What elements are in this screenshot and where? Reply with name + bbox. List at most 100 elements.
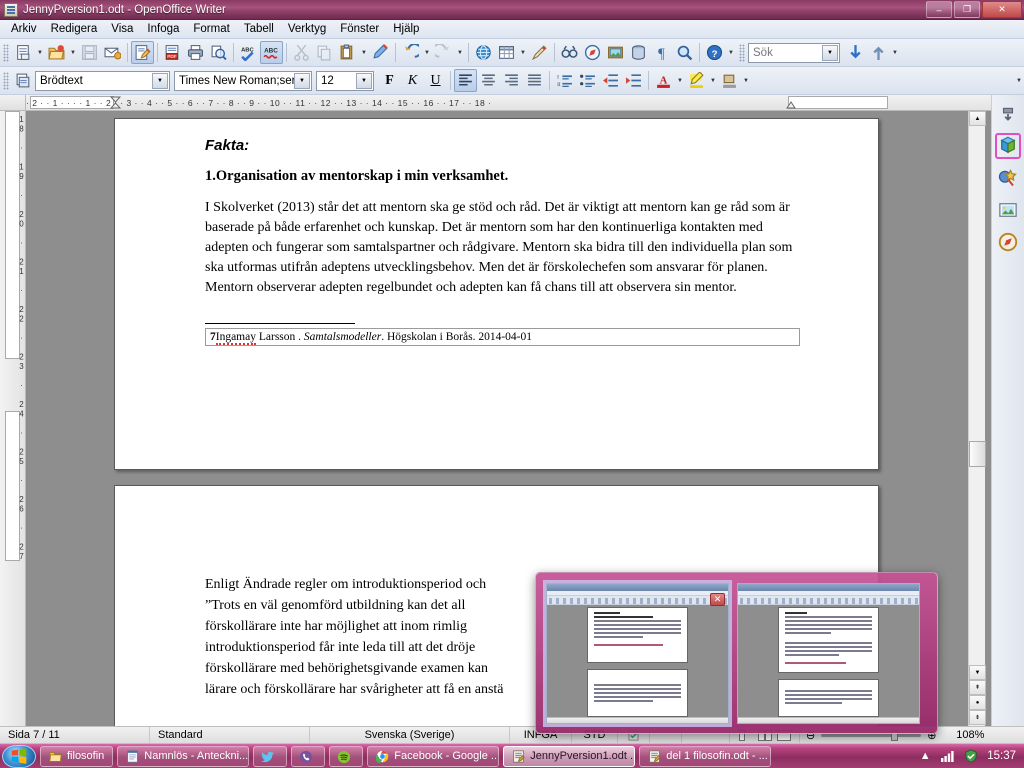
font-name-dropdown-icon[interactable]: ▼ [294,72,310,89]
undo-icon[interactable] [399,41,422,64]
status-page-style[interactable]: Standard [150,726,310,744]
toolbar-grip[interactable] [3,43,9,62]
right-indent-marker-icon[interactable] [786,98,796,109]
cut-icon[interactable] [290,41,313,64]
decrease-indent-icon[interactable] [599,69,622,92]
hyperlink-icon[interactable] [472,41,495,64]
taskbar-item-chrome[interactable]: Facebook - Google ... [367,745,500,767]
ordered-list-icon[interactable]: I II [553,69,576,92]
menu-infoga[interactable]: Infoga [140,21,186,37]
horizontal-ruler[interactable]: · 2 · · 1 · · · · 1 · · 2 · · 3 · · 4 · … [26,95,991,111]
italic-button[interactable]: K [401,69,424,92]
document-page-7[interactable]: Fakta: 1.Organisation av mentorskap i mi… [114,118,879,470]
highlighting-dropdown-icon[interactable]: ▼ [708,69,718,92]
indent-marker-icon[interactable] [109,96,122,109]
open-document-icon[interactable] [45,41,68,64]
paragraph-style-dropdown-icon[interactable]: ▼ [152,72,168,89]
taskbar-item-writer1[interactable]: JennyPversion1.odt ... [503,745,636,767]
menu-arkiv[interactable]: Arkiv [4,21,44,37]
new-document-icon[interactable] [12,41,35,64]
thumbnail-writer-del1[interactable] [737,582,920,724]
menu-hjalp[interactable]: Hjälp [386,21,426,37]
clone-formatting-icon[interactable] [369,41,392,64]
vertical-scrollbar[interactable]: ▲ ▼ ⇞ ● ⇟ [968,111,986,726]
justify-icon[interactable] [523,69,546,92]
thumbnail-writer-jennyp[interactable]: ✕ [543,579,732,727]
navigator-icon[interactable] [581,41,604,64]
gallery-icon[interactable] [995,133,1021,159]
status-language[interactable]: Svenska (Sverige) [310,726,510,744]
navigation-button[interactable]: ● [969,695,986,710]
edit-file-icon[interactable] [131,41,154,64]
taskbar-item-spotify[interactable] [329,745,364,767]
font-color-dropdown-icon[interactable]: ▼ [675,69,685,92]
print-preview-icon[interactable] [207,41,230,64]
security-icon[interactable] [964,749,978,763]
open-document-dropdown-icon[interactable]: ▼ [68,41,78,64]
navigator-icon[interactable] [995,229,1021,255]
close-button[interactable]: ✕ [982,1,1022,18]
spelling-icon[interactable]: ABC [237,41,260,64]
unordered-list-icon[interactable] [576,69,599,92]
taskbar-item-notepad[interactable]: Namnlös - Anteckni... [117,745,250,767]
scrollbar-thumb[interactable] [969,441,986,467]
taskbar-item-writer2[interactable]: del 1 filosofin.odt - ... [639,745,772,767]
start-button[interactable] [2,744,36,768]
background-color-dropdown-icon[interactable]: ▼ [741,69,751,92]
paste-icon[interactable] [336,41,359,64]
signal-icon[interactable] [941,749,955,763]
formatting-toolbar-overflow-icon[interactable]: ▼ [1014,69,1024,92]
minimize-button[interactable]: – [926,1,952,18]
window-titlebar[interactable]: JennyPversion1.odt - OpenOffice Writer –… [0,0,1024,20]
next-page-button[interactable]: ⇟ [969,710,986,725]
menu-format[interactable]: Format [186,21,236,37]
highlighting-icon[interactable] [685,69,708,92]
footnote-area[interactable]: 7Ingamay Larsson . Samtalsmodeller. Högs… [205,328,800,347]
export-pdf-icon[interactable]: PDF [161,41,184,64]
background-color-icon[interactable] [718,69,741,92]
align-center-icon[interactable] [477,69,500,92]
increase-indent-icon[interactable] [622,69,645,92]
standard-toolbar-overflow-icon[interactable]: ▼ [726,41,736,64]
find-previous-icon[interactable] [844,41,867,64]
show-hidden-icons-button[interactable]: ▲ [918,749,932,763]
font-color-icon[interactable]: A [652,69,675,92]
show-draw-functions-icon[interactable] [528,41,551,64]
font-size-combo[interactable]: 12 ▼ [316,70,374,91]
styles-icon[interactable] [995,165,1021,191]
save-icon[interactable] [78,41,101,64]
redo-icon[interactable] [432,41,455,64]
font-size-dropdown-icon[interactable]: ▼ [356,72,372,89]
taskbar-item-viber[interactable] [291,745,326,767]
insert-table-icon[interactable] [495,41,518,64]
image-icon[interactable] [995,197,1021,223]
previous-page-button[interactable]: ⇞ [969,680,986,695]
find-replace-icon[interactable] [558,41,581,64]
data-sources-icon[interactable] [627,41,650,64]
redo-dropdown-icon[interactable]: ▼ [455,41,465,64]
vertical-ruler[interactable]: 18 · 19 · 20 · 21 · 22 · 23 · 24 · 25 · … [0,111,26,726]
status-page[interactable]: Sida 7 / 11 [0,726,150,744]
formatting-toolbar-grip[interactable] [3,71,9,90]
print-icon[interactable] [184,41,207,64]
scroll-up-button[interactable]: ▲ [969,111,986,126]
undo-dropdown-icon[interactable]: ▼ [422,41,432,64]
font-name-combo[interactable]: Times New Roman;serif ▼ [174,70,312,91]
help-icon[interactable]: ? [703,41,726,64]
search-dropdown-icon[interactable]: ▼ [822,44,838,61]
gallery-icon[interactable] [604,41,627,64]
new-document-dropdown-icon[interactable]: ▼ [35,41,45,64]
align-right-icon[interactable] [500,69,523,92]
sidebar-collapse-icon[interactable] [995,101,1021,127]
underline-button[interactable]: U [424,69,447,92]
menu-verktyg[interactable]: Verktyg [281,21,333,37]
scroll-down-button[interactable]: ▼ [969,665,986,680]
menu-fonster[interactable]: Fönster [333,21,386,37]
bold-button[interactable]: F [378,69,401,92]
menu-visa[interactable]: Visa [104,21,140,37]
copy-icon[interactable] [313,41,336,64]
taskbar-item-twitter[interactable] [253,745,288,767]
zoom-level[interactable]: 108% [942,727,994,744]
search-input[interactable]: Sök ▼ [748,42,840,63]
styles-and-formatting-icon[interactable] [12,69,35,92]
